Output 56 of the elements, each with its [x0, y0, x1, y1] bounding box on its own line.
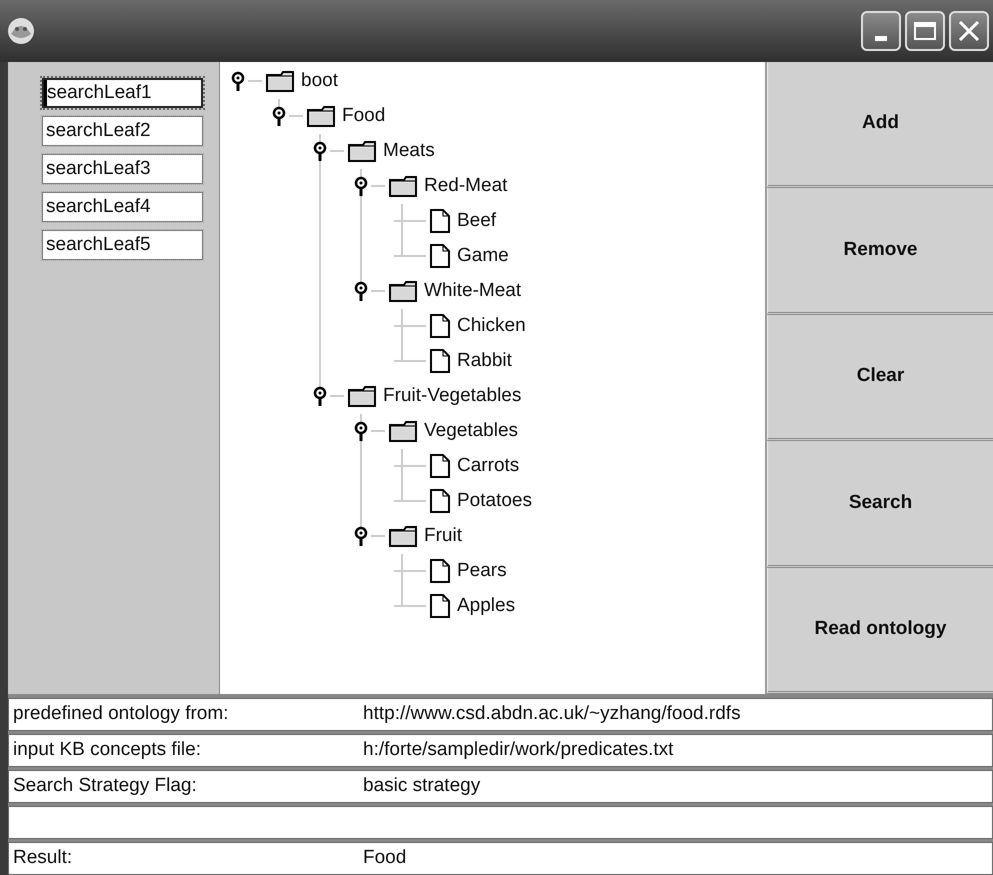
file-icon	[429, 313, 451, 340]
file-icon	[429, 348, 451, 374]
file-icon	[429, 453, 451, 480]
file-icon	[429, 558, 451, 584]
tree-node-label[interactable]: Potatoes	[457, 487, 532, 516]
folder-icon	[388, 525, 418, 548]
file-icon	[429, 593, 451, 620]
folder-icon	[388, 175, 418, 198]
action-button[interactable]: Add	[767, 62, 993, 188]
tree-node-label[interactable]: Rabbit	[457, 347, 512, 376]
action-button[interactable]: Clear	[767, 314, 993, 442]
tree-node-label[interactable]: Game	[457, 242, 509, 271]
file-icon	[429, 488, 451, 514]
action-button[interactable]: Remove	[767, 188, 993, 315]
tree-node-label[interactable]: Fruit-Vegetables	[383, 382, 522, 411]
tree-node-label[interactable]: Food	[342, 102, 386, 131]
tree-node-label[interactable]: Apples	[457, 592, 516, 621]
action-button[interactable]: Read ontology	[767, 568, 993, 694]
folder-icon	[388, 280, 418, 302]
field-value: basic strategy	[363, 774, 480, 798]
folder-icon	[347, 140, 377, 162]
folder-icon	[347, 385, 377, 408]
folder-icon	[388, 420, 418, 442]
field-label: Result:	[13, 846, 74, 870]
folder-icon	[265, 70, 295, 92]
tree-node-label[interactable]: White-Meat	[424, 277, 522, 306]
maximize-icon	[914, 22, 936, 40]
search-field[interactable]: searchLeaf3	[42, 154, 203, 184]
field-label: Search Strategy Flag:	[13, 774, 198, 798]
tree-node-label[interactable]: Chicken	[457, 312, 526, 341]
file-icon	[429, 208, 451, 234]
tree-node-label[interactable]: boot	[301, 67, 338, 96]
search-field[interactable]: searchLeaf1	[42, 78, 203, 108]
folder-icon	[306, 105, 336, 128]
search-field[interactable]: searchLeaf2	[42, 116, 203, 146]
action-button[interactable]: Search	[767, 441, 993, 568]
tree-node-label[interactable]: Fruit	[424, 522, 462, 551]
tree-node-label[interactable]: Beef	[457, 207, 496, 236]
tree-node-label[interactable]: Red-Meat	[424, 172, 508, 201]
file-icon	[429, 243, 451, 270]
close-icon	[959, 20, 979, 41]
field-value: Food	[363, 846, 406, 870]
minimize-icon	[875, 36, 887, 41]
field-value: http://www.csd.abdn.ac.uk/~yzhang/food.rdfs	[363, 702, 741, 726]
field-label: input KB concepts file:	[13, 738, 202, 762]
close-button[interactable]	[949, 10, 989, 51]
field-value: h:/forte/sampledir/work/predicates.txt	[363, 738, 674, 762]
search-field[interactable]: searchLeaf4	[42, 192, 203, 222]
field-label: predefined ontology from:	[13, 702, 230, 726]
maximize-button[interactable]	[905, 10, 945, 51]
minimize-button[interactable]	[861, 10, 901, 51]
tree-node-label[interactable]: Vegetables	[424, 417, 518, 446]
search-field[interactable]: searchLeaf5	[42, 230, 203, 260]
tree-node-label[interactable]: Carrots	[457, 452, 520, 481]
tree-node-label[interactable]: Pears	[457, 557, 507, 586]
tree-node-label[interactable]: Meats	[383, 137, 435, 166]
